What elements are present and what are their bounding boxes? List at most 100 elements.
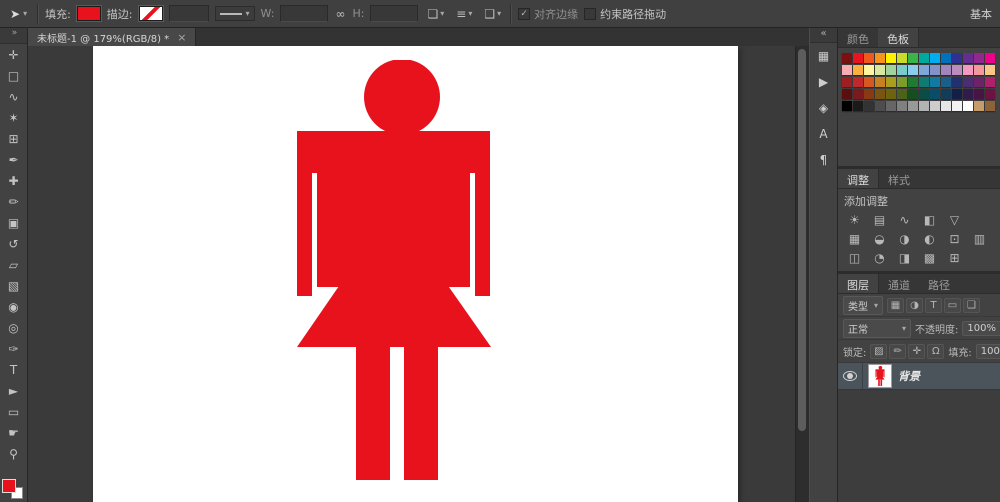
lock-pixels-icon[interactable]: ✏: [889, 344, 906, 359]
close-tab-button[interactable]: ×: [177, 31, 186, 44]
color-swatch[interactable]: [941, 65, 951, 75]
color-swatch[interactable]: [886, 65, 896, 75]
color-swatch[interactable]: [908, 89, 918, 99]
color-swatch[interactable]: [875, 53, 885, 63]
tab-color[interactable]: 颜色: [838, 28, 878, 47]
vibrance-icon[interactable]: ▽: [947, 213, 962, 227]
collapse-panels-button[interactable]: «: [810, 28, 837, 43]
eyedropper-tool-icon[interactable]: ✒: [0, 149, 27, 170]
color-swatch[interactable]: [886, 53, 896, 63]
gradient-tool-icon[interactable]: ▧: [0, 275, 27, 296]
color-swatch[interactable]: [864, 77, 874, 87]
color-swatch[interactable]: [930, 89, 940, 99]
tab-paths[interactable]: 路径: [919, 274, 959, 293]
filter-shape-layers-icon[interactable]: ▭: [944, 298, 961, 313]
levels-icon[interactable]: ▤: [872, 213, 887, 227]
color-swatch[interactable]: [974, 53, 984, 63]
exposure-icon[interactable]: ◧: [922, 213, 937, 227]
path-selection-tool-icon[interactable]: ►: [0, 380, 27, 401]
color-swatch[interactable]: [875, 65, 885, 75]
color-swatch[interactable]: [875, 89, 885, 99]
eraser-tool-icon[interactable]: ▱: [0, 254, 27, 275]
layer-row-background[interactable]: 背景: [838, 363, 1000, 390]
align-edges-option[interactable]: ✓ 对齐边缘: [518, 6, 578, 22]
opacity-dropdown[interactable]: 100% ▾: [962, 321, 1000, 336]
brush-tool-icon[interactable]: ✏: [0, 191, 27, 212]
lasso-tool-icon[interactable]: ∿: [0, 86, 27, 107]
color-swatch[interactable]: [897, 101, 907, 111]
quick-selection-tool-icon[interactable]: ✶: [0, 107, 27, 128]
color-swatch[interactable]: [853, 101, 863, 111]
channel-mixer-icon[interactable]: ⊡: [947, 232, 962, 246]
color-swatch[interactable]: [941, 77, 951, 87]
color-swatch[interactable]: [842, 77, 852, 87]
dodge-tool-icon[interactable]: ◎: [0, 317, 27, 338]
color-swatch[interactable]: [919, 65, 929, 75]
shape-tool-icon[interactable]: ▭: [0, 401, 27, 422]
hand-tool-icon[interactable]: ☛: [0, 422, 27, 443]
color-swatch[interactable]: [842, 89, 852, 99]
pen-tool-icon[interactable]: ✑: [0, 338, 27, 359]
vertical-scrollbar[interactable]: [795, 46, 809, 502]
tab-channels[interactable]: 通道: [879, 274, 919, 293]
color-swatch[interactable]: [985, 101, 995, 111]
color-swatch[interactable]: [842, 101, 852, 111]
color-swatch[interactable]: [875, 101, 885, 111]
layer-fill-dropdown[interactable]: 100% ▾: [976, 344, 1000, 359]
color-swatch[interactable]: [985, 89, 995, 99]
color-swatch[interactable]: [886, 89, 896, 99]
layer-visibility-toggle[interactable]: [838, 363, 863, 389]
path-alignment-button[interactable]: ≡ ▾: [453, 6, 475, 22]
layer-filter-type-dropdown[interactable]: 类型 ▾: [843, 296, 883, 315]
hue-saturation-icon[interactable]: ▦: [847, 232, 862, 246]
color-swatch[interactable]: [930, 101, 940, 111]
move-tool-icon[interactable]: ✛: [0, 44, 27, 65]
tab-layers[interactable]: 图层: [838, 274, 879, 293]
color-swatch[interactable]: [941, 101, 951, 111]
color-swatch[interactable]: [952, 53, 962, 63]
crop-tool-icon[interactable]: ⊞: [0, 128, 27, 149]
constrain-path-option[interactable]: 约束路径拖动: [584, 6, 666, 22]
color-swatch[interactable]: [930, 53, 940, 63]
actions-panel-icon[interactable]: ▶: [810, 69, 837, 95]
color-swatch[interactable]: [963, 77, 973, 87]
color-swatch[interactable]: [875, 77, 885, 87]
color-swatch[interactable]: [897, 65, 907, 75]
current-tool-button[interactable]: ➤ ▾: [6, 6, 31, 22]
color-swatch[interactable]: [908, 65, 918, 75]
posterize-icon[interactable]: ◔: [872, 251, 887, 265]
color-swatch[interactable]: [853, 65, 863, 75]
brightness-contrast-icon[interactable]: ☀: [847, 213, 862, 227]
color-balance-icon[interactable]: ◒: [872, 232, 887, 246]
filter-adjustment-layers-icon[interactable]: ◑: [906, 298, 923, 313]
color-swatch[interactable]: [930, 77, 940, 87]
color-swatch[interactable]: [941, 53, 951, 63]
color-swatch[interactable]: [974, 101, 984, 111]
threshold-icon[interactable]: ◨: [897, 251, 912, 265]
color-swatch[interactable]: [919, 53, 929, 63]
filter-smart-objects-icon[interactable]: ❑: [963, 298, 980, 313]
scrollbar-thumb[interactable]: [798, 49, 806, 431]
workspace-switcher[interactable]: 基本: [970, 6, 994, 22]
color-swatch[interactable]: [886, 101, 896, 111]
color-lookup-icon[interactable]: ▥: [972, 232, 987, 246]
color-swatch[interactable]: [963, 101, 973, 111]
photo-filter-icon[interactable]: ◐: [922, 232, 937, 246]
color-swatch[interactable]: [952, 65, 962, 75]
canvas[interactable]: [93, 46, 738, 502]
color-swatch[interactable]: [919, 89, 929, 99]
color-swatch[interactable]: [864, 53, 874, 63]
color-swatch[interactable]: [853, 53, 863, 63]
color-swatch[interactable]: [985, 77, 995, 87]
color-swatch[interactable]: [864, 101, 874, 111]
foreground-color-swatch[interactable]: [2, 479, 16, 493]
color-swatch[interactable]: [864, 65, 874, 75]
color-swatch[interactable]: [985, 53, 995, 63]
lock-transparency-icon[interactable]: ▨: [870, 344, 887, 359]
color-swatch[interactable]: [930, 65, 940, 75]
zoom-tool-icon[interactable]: ⚲: [0, 443, 27, 464]
tab-styles[interactable]: 样式: [879, 169, 919, 188]
color-swatch[interactable]: [974, 89, 984, 99]
type-tool-icon[interactable]: T: [0, 359, 27, 380]
gradient-map-icon[interactable]: ⊞: [947, 251, 962, 265]
